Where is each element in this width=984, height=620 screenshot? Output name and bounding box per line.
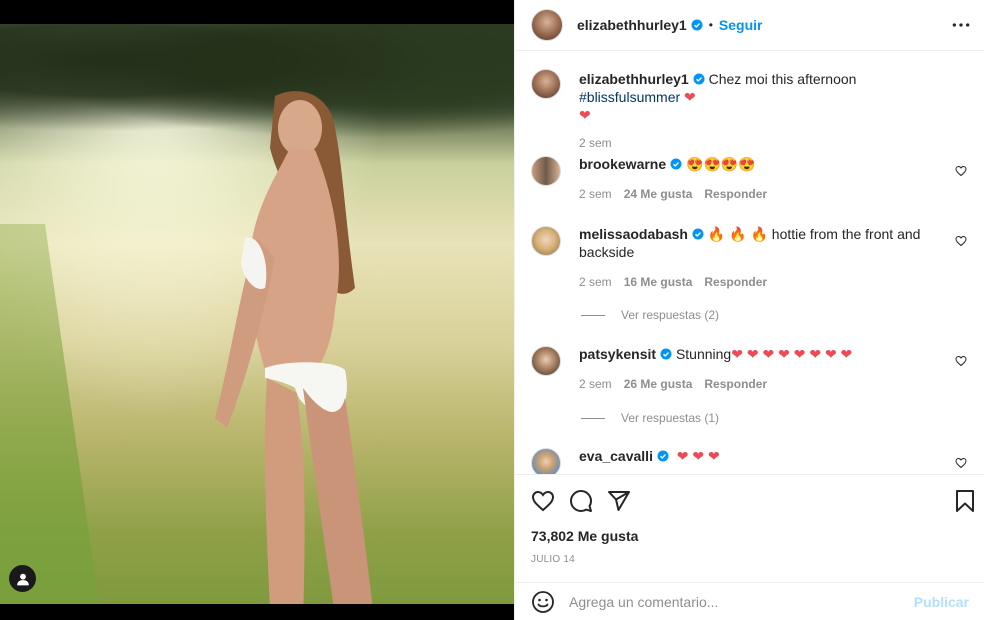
caption-username[interactable]: elizabethhurley1 — [579, 71, 689, 87]
view-replies-label: Ver respuestas (1) — [621, 411, 720, 425]
user-tag-icon[interactable] — [9, 565, 36, 592]
comment-text: Stunning — [675, 346, 732, 362]
comment-like-icon[interactable] — [955, 165, 967, 177]
meadow-scene — [0, 24, 514, 620]
comment-item: brookewarne 😍😍😍😍 2 sem 24 Me gusta Respo… — [531, 156, 971, 203]
replies-divider — [581, 314, 605, 316]
comment-username[interactable]: patsykensit — [579, 346, 656, 362]
comment-icon[interactable] — [569, 489, 593, 513]
verified-badge-icon — [693, 73, 705, 85]
comment-username[interactable]: eva_cavalli — [579, 448, 653, 464]
heart-icon[interactable] — [531, 489, 555, 513]
photo-bottom-bar — [0, 604, 514, 620]
comment-likes[interactable]: 16 Me gusta — [624, 273, 693, 291]
verified-badge-icon — [657, 450, 669, 462]
post-photo[interactable] — [0, 0, 514, 620]
grass-path — [0, 224, 100, 604]
post-header: elizabethhurley1 • Seguir — [515, 0, 984, 51]
verified-badge-icon — [691, 19, 703, 31]
hearts-emoji: ❤ ❤ ❤ ❤ ❤ ❤ ❤ ❤ — [731, 346, 853, 362]
comment-like-icon[interactable] — [955, 457, 967, 469]
separator-dot: • — [708, 18, 713, 32]
comment-text: 😍😍😍😍 — [686, 156, 756, 172]
comment-username[interactable]: melissaodabash — [579, 226, 688, 242]
post-sidebar: elizabethhurley1 • Seguir elizabethhurle… — [514, 0, 984, 620]
commenter-avatar[interactable] — [531, 156, 561, 186]
verified-badge-icon — [692, 228, 704, 240]
share-icon[interactable] — [607, 489, 631, 513]
comment-likes[interactable]: 24 Me gusta — [624, 185, 693, 203]
commenter-avatar[interactable] — [531, 346, 561, 376]
comments-list: elizabethhurley1 Chez moi this afternoon… — [515, 52, 984, 474]
emoji-icon[interactable] — [531, 590, 555, 614]
publish-button[interactable]: Publicar — [914, 594, 969, 610]
author-avatar[interactable] — [531, 69, 561, 99]
bookmark-icon[interactable] — [953, 489, 977, 513]
commenter-avatar[interactable] — [531, 448, 561, 474]
verified-badge-icon — [670, 158, 682, 170]
comment-composer: Publicar — [515, 582, 984, 620]
comment-age: 2 sem — [579, 187, 612, 201]
reply-button[interactable]: Responder — [704, 185, 767, 203]
comment-username[interactable]: brookewarne — [579, 156, 666, 172]
post-actions: 73,802 Me gusta JULIO 14 — [515, 474, 984, 580]
caption-text: Chez moi this afternoon — [708, 71, 857, 87]
comment-item: patsykensit Stunning❤ ❤ ❤ ❤ ❤ ❤ ❤ ❤ 2 se… — [531, 346, 971, 393]
comment-like-icon[interactable] — [955, 355, 967, 367]
post-date: JULIO 14 — [531, 554, 575, 565]
likes-count[interactable]: 73,802 Me gusta — [531, 528, 638, 544]
replies-divider — [581, 417, 605, 419]
view-replies-label: Ver respuestas (2) — [621, 308, 720, 322]
comment-item: melissaodabash 🔥 🔥 🔥 hottie from the fro… — [531, 226, 971, 291]
comment-age: 2 sem — [579, 275, 612, 289]
comment-like-icon[interactable] — [955, 235, 967, 247]
comment-item: eva_cavalli ❤ ❤ ❤ — [531, 448, 971, 474]
heart-emoji: ❤ — [684, 89, 696, 105]
comment-likes[interactable]: 26 Me gusta — [624, 375, 693, 393]
comment-age: 2 sem — [579, 377, 612, 391]
follow-button[interactable]: Seguir — [719, 17, 763, 33]
heart-emoji: ❤ — [579, 107, 591, 123]
caption-hashtag[interactable]: #blissfulsummer — [579, 89, 680, 105]
person-figure — [215, 91, 375, 620]
reply-button[interactable]: Responder — [704, 375, 767, 393]
person-silhouette-icon — [16, 573, 29, 585]
hearts-emoji: ❤ ❤ ❤ — [672, 448, 720, 464]
view-replies-button[interactable]: Ver respuestas (1) — [581, 411, 719, 425]
author-avatar[interactable] — [531, 9, 563, 41]
caption-age: 2 sem — [579, 136, 612, 150]
caption: elizabethhurley1 Chez moi this afternoon… — [531, 69, 971, 152]
author-username[interactable]: elizabethhurley1 — [577, 17, 687, 33]
more-options-icon[interactable] — [951, 17, 971, 33]
commenter-avatar[interactable] — [531, 226, 561, 256]
verified-badge-icon — [660, 348, 672, 360]
view-replies-button[interactable]: Ver respuestas (2) — [581, 308, 719, 322]
reply-button[interactable]: Responder — [704, 273, 767, 291]
comment-input[interactable] — [569, 593, 909, 610]
